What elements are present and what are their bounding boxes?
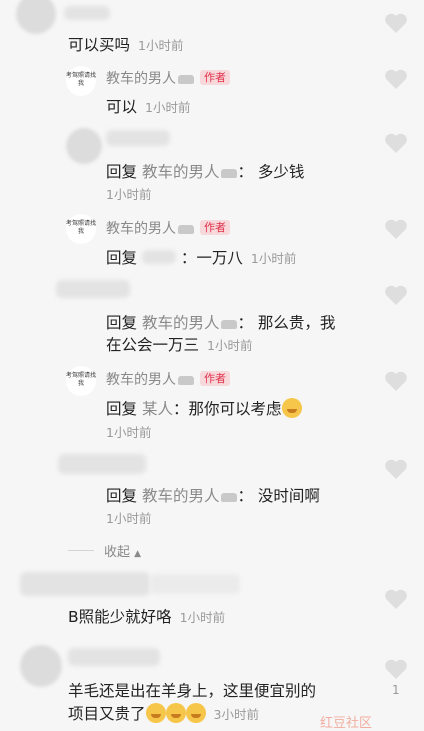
laughing-emoji	[185, 703, 206, 723]
avatar[interactable]	[16, 0, 56, 34]
comment-text-line2: 在公会一万三 1小时前	[106, 333, 252, 355]
comment-body: 没时间啊	[257, 487, 320, 505]
car-icon	[178, 225, 194, 234]
reply-prefix: 回复	[106, 487, 138, 505]
author-name-text: 教车的男人	[106, 71, 176, 87]
comment-body: 那么贵，我	[257, 314, 336, 332]
comment-text: 可以买吗 1小时前	[68, 33, 183, 55]
comment-text: 可以 1小时前	[106, 95, 190, 117]
car-icon	[221, 169, 238, 178]
comment-body: 羊毛还是出在羊身上，这里便宜别的	[68, 682, 317, 700]
reply-target-blurred	[141, 250, 176, 264]
heart-icon[interactable]	[384, 132, 408, 154]
avatar[interactable]	[20, 645, 62, 687]
comment-body: 项目又贵了	[68, 705, 146, 723]
comment-body: 多少钱	[257, 163, 305, 181]
comment-time: 1小时前	[179, 610, 226, 625]
author-badge: 作者	[200, 371, 230, 386]
author-avatar[interactable]: 考驾照请找我	[66, 214, 96, 244]
username-blurred	[58, 454, 146, 474]
comment-body: 一万八	[196, 249, 243, 267]
comment-time: 1小时前	[106, 425, 152, 440]
comment-time: 1小时前	[138, 38, 184, 53]
comment-text: 回复 ：一万八 1小时前	[106, 249, 297, 267]
car-icon	[178, 75, 194, 84]
heart-icon[interactable]	[384, 370, 408, 392]
comment-time: 1小时前	[106, 511, 152, 526]
reply-prefix: 回复	[106, 249, 138, 267]
comment-time: 1小时前	[250, 251, 297, 266]
watermark: 红豆社区	[320, 716, 373, 731]
reply-prefix: 回复	[106, 314, 138, 332]
comment-time: 1小时前	[106, 187, 152, 202]
avatar-label: 考驾照请找我	[66, 72, 97, 87]
car-icon	[221, 493, 238, 502]
heart-icon[interactable]	[384, 12, 408, 34]
heart-icon[interactable]	[384, 458, 408, 480]
avatar[interactable]	[66, 128, 102, 164]
avatar-label: 考驾照请找我	[66, 220, 97, 235]
author-name[interactable]: 教车的男人 作者	[106, 218, 230, 238]
avatar-label: 考驾照请找我	[66, 372, 97, 387]
smile-emoji	[281, 398, 302, 418]
reply-target[interactable]: 某人	[142, 400, 173, 418]
author-name[interactable]: 教车的男人 作者	[106, 68, 230, 88]
reply-prefix: 回复	[106, 163, 138, 181]
comment-text: 羊毛还是出在羊身上，这里便宜别的	[68, 679, 316, 701]
username-blurred	[64, 6, 110, 20]
comment-body: 那你可以考虑	[188, 400, 282, 418]
author-name-text: 教车的男人	[106, 372, 176, 388]
author-avatar[interactable]: 考驾照请找我	[66, 66, 96, 96]
laughing-emoji	[165, 703, 186, 723]
heart-icon[interactable]	[384, 588, 408, 610]
author-name[interactable]: 教车的男人 作者	[106, 369, 230, 389]
comment-time: 3小时前	[213, 707, 259, 722]
author-name-text: 教车的男人	[106, 221, 176, 237]
reply-target[interactable]: 教车的男人	[142, 163, 220, 181]
comment-text: 回复 教车的男人： 多少钱	[106, 163, 305, 181]
username-blurred	[150, 574, 240, 594]
author-badge: 作者	[200, 220, 230, 235]
chevron-up-icon: ▲	[134, 549, 142, 559]
heart-icon[interactable]	[384, 284, 408, 306]
comment-body: 可以买吗	[68, 36, 131, 54]
author-avatar[interactable]: 考驾照请找我	[66, 366, 96, 396]
username-blurred	[56, 280, 130, 298]
author-badge: 作者	[200, 70, 230, 85]
reply-target[interactable]: 教车的男人	[142, 314, 220, 332]
heart-icon[interactable]	[384, 68, 408, 90]
comment-body: 可以	[106, 98, 138, 116]
heart-icon[interactable]	[384, 658, 408, 680]
heart-icon[interactable]	[384, 218, 408, 240]
comment-time: 1小时前	[207, 338, 253, 353]
username-blurred	[68, 648, 160, 666]
comment-text: B照能少就好咯 1小时前	[68, 605, 225, 627]
collapse-label: 收起	[104, 545, 131, 560]
car-icon	[221, 320, 238, 329]
comment-text: 回复 某人：那你可以考虑	[106, 397, 302, 419]
username-blurred	[20, 572, 150, 596]
collapse-button[interactable]: 收起 ▲	[104, 541, 141, 560]
like-count: 1	[392, 683, 400, 697]
laughing-emoji	[145, 703, 166, 723]
username-blurred	[106, 130, 170, 146]
comment-body: B照能少就好咯	[68, 608, 172, 626]
reply-target[interactable]: 教车的男人	[142, 487, 220, 505]
car-icon	[178, 376, 194, 385]
comment-text: 回复 教车的男人： 没时间啊	[106, 487, 320, 505]
reply-prefix: 回复	[106, 400, 138, 418]
comment-text-line2: 项目又贵了 3小时前	[68, 702, 259, 724]
comment-time: 1小时前	[145, 100, 191, 115]
comment-text: 回复 教车的男人： 那么贵，我	[106, 314, 336, 332]
collapse-divider	[68, 550, 94, 551]
comment-body: 在公会一万三	[106, 336, 200, 354]
